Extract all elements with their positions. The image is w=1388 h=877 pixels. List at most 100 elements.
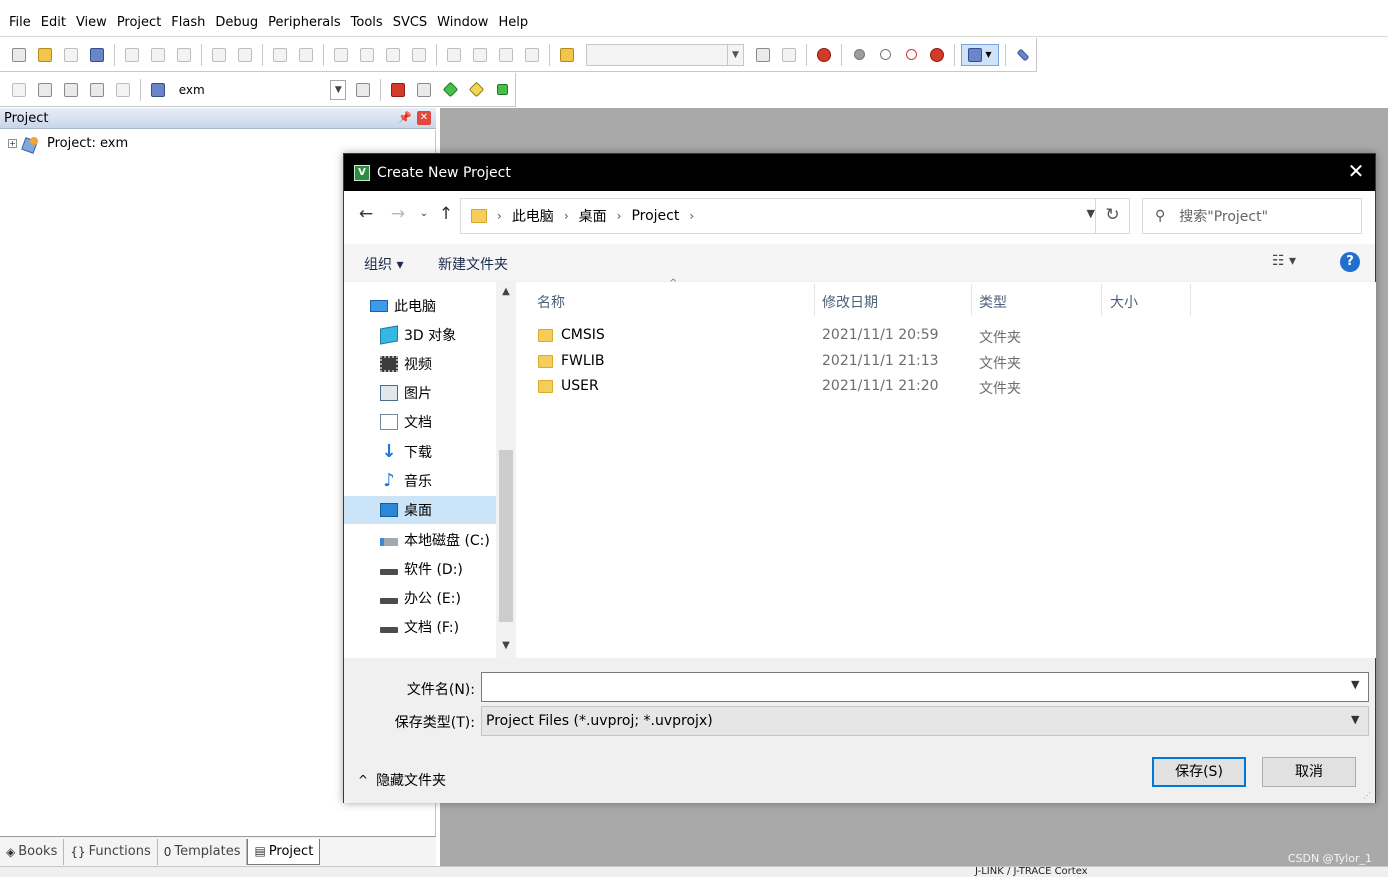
back-icon[interactable]: ← xyxy=(356,204,376,226)
new-file-icon[interactable] xyxy=(8,44,30,66)
up-icon[interactable]: ↑ xyxy=(436,204,456,226)
chevron-down-icon[interactable]: ▼ xyxy=(1087,207,1095,220)
breakpoint-disable-all-icon[interactable] xyxy=(900,44,922,66)
view-options-icon[interactable]: ☷ ▾ xyxy=(1272,253,1296,269)
comment-icon[interactable] xyxy=(495,44,517,66)
file-row[interactable]: FWLIB 2021/11/1 21:13 文件夹 xyxy=(516,350,1376,375)
breakpoint-disable-icon[interactable] xyxy=(874,44,896,66)
expand-icon[interactable]: + xyxy=(8,139,17,148)
rebuild-icon[interactable] xyxy=(60,79,82,101)
tab-project[interactable]: ▤ Project xyxy=(247,838,321,865)
nav-item-drive-d[interactable]: 软件 (D:) xyxy=(344,555,496,583)
manage-multi-project-icon[interactable] xyxy=(413,79,435,101)
recent-locations-icon[interactable]: ⌄ xyxy=(414,208,434,230)
undo-icon[interactable] xyxy=(208,44,230,66)
pack-installer-icon[interactable] xyxy=(491,79,513,101)
menu-item-peripherals[interactable]: Peripherals xyxy=(263,15,346,30)
project-tree-root[interactable]: + Project: exm xyxy=(8,136,128,151)
select-software-packs-icon[interactable] xyxy=(465,79,487,101)
address-bar[interactable]: › 此电脑 › 桌面 › Project › ▼ ↻ xyxy=(460,198,1130,234)
tab-templates[interactable]: 0 Templates xyxy=(158,838,248,865)
column-header-type[interactable]: 类型 xyxy=(979,292,1007,312)
chevron-right-icon[interactable]: › xyxy=(617,209,622,223)
find-combo[interactable]: ▼ xyxy=(586,43,744,66)
save-button[interactable]: 保存(S) xyxy=(1152,757,1246,787)
nav-item-pictures[interactable]: 图片 xyxy=(344,379,496,407)
scrollbar-thumb[interactable] xyxy=(499,450,513,622)
nav-item-3d-objects[interactable]: 3D 对象 xyxy=(344,321,496,349)
column-header-size[interactable]: 大小 xyxy=(1110,292,1138,312)
resize-grip-icon[interactable]: ⋰ xyxy=(1363,791,1373,801)
column-divider[interactable] xyxy=(814,284,815,316)
open-file-icon[interactable] xyxy=(34,44,56,66)
indent-icon[interactable] xyxy=(443,44,465,66)
nav-item-videos[interactable]: 视频 xyxy=(344,350,496,378)
menu-item-view[interactable]: View xyxy=(71,15,112,30)
nav-item-this-pc[interactable]: 此电脑 xyxy=(344,292,496,320)
redo-icon[interactable] xyxy=(234,44,256,66)
next-bookmark-icon[interactable] xyxy=(382,44,404,66)
chevron-down-icon[interactable]: ▼ xyxy=(727,44,743,65)
target-select[interactable]: exm ▼ xyxy=(175,79,347,101)
chevron-right-icon[interactable]: › xyxy=(564,209,569,223)
pin-icon[interactable]: 📌 xyxy=(398,111,412,125)
breadcrumb-this-pc[interactable]: 此电脑 xyxy=(512,206,554,226)
nav-item-drive-f[interactable]: 文档 (F:) xyxy=(344,613,496,641)
uncomment-icon[interactable] xyxy=(521,44,543,66)
filetype-select[interactable]: Project Files (*.uvproj; *.uvprojx) xyxy=(481,706,1369,736)
incremental-find-icon[interactable] xyxy=(752,44,774,66)
nav-item-drive-e[interactable]: 办公 (E:) xyxy=(344,584,496,612)
scroll-up-icon[interactable]: ▲ xyxy=(496,286,516,302)
window-layout-icon[interactable]: ▼ xyxy=(961,43,999,66)
nav-item-desktop[interactable]: 桌面 xyxy=(344,496,496,524)
file-row[interactable]: CMSIS 2021/11/1 20:59 文件夹 xyxy=(516,324,1376,349)
close-pane-icon[interactable]: ✕ xyxy=(417,111,431,125)
column-divider[interactable] xyxy=(971,284,972,316)
breadcrumb-desktop[interactable]: 桌面 xyxy=(579,206,607,226)
menu-item-window[interactable]: Window xyxy=(432,15,493,30)
browse-icon[interactable] xyxy=(778,44,800,66)
nav-item-music[interactable]: ♪ 音乐 xyxy=(344,467,496,495)
save-icon[interactable] xyxy=(60,44,82,66)
configure-icon[interactable] xyxy=(1012,44,1034,66)
target-options-icon[interactable] xyxy=(352,79,374,101)
organize-button[interactable]: 组织 ▾ xyxy=(364,254,403,274)
prev-bookmark-icon[interactable] xyxy=(356,44,378,66)
menu-item-tools[interactable]: Tools xyxy=(346,15,388,30)
nav-item-downloads[interactable]: ↓ 下载 xyxy=(344,438,496,466)
cancel-button[interactable]: 取消 xyxy=(1262,757,1356,787)
menu-item-debug[interactable]: Debug xyxy=(210,15,263,30)
column-divider[interactable] xyxy=(1101,284,1102,316)
menu-item-project[interactable]: Project xyxy=(112,15,166,30)
nav-forward-icon[interactable] xyxy=(295,44,317,66)
tab-books[interactable]: ◈ Books xyxy=(0,838,65,865)
nav-item-drive-c[interactable]: 本地磁盘 (C:) xyxy=(344,526,496,554)
file-row[interactable]: USER 2021/11/1 21:20 文件夹 xyxy=(516,375,1376,400)
column-divider[interactable] xyxy=(1190,284,1191,316)
batch-build-icon[interactable] xyxy=(86,79,108,101)
copy-icon[interactable] xyxy=(147,44,169,66)
navigation-scrollbar[interactable]: ▲ ▼ xyxy=(496,282,516,658)
stop-build-icon[interactable] xyxy=(112,79,134,101)
hide-folders-toggle[interactable]: ^ 隐藏文件夹 xyxy=(358,770,446,790)
chevron-down-icon[interactable]: ▼ xyxy=(1351,678,1359,691)
manage-project-items-icon[interactable] xyxy=(387,79,409,101)
search-input[interactable]: ⚲ 搜索"Project" xyxy=(1142,198,1362,234)
clear-bookmarks-icon[interactable] xyxy=(408,44,430,66)
breadcrumb-project[interactable]: Project xyxy=(631,208,679,224)
column-header-date[interactable]: 修改日期 xyxy=(822,292,878,312)
chevron-down-icon[interactable]: ▼ xyxy=(1351,713,1359,726)
paste-icon[interactable] xyxy=(173,44,195,66)
tab-functions[interactable]: {} Functions xyxy=(64,838,158,865)
debug-session-icon[interactable] xyxy=(813,44,835,66)
chevron-right-icon[interactable]: › xyxy=(689,209,694,223)
download-load-icon[interactable] xyxy=(147,79,169,101)
breakpoint-kill-all-icon[interactable] xyxy=(926,44,948,66)
menu-item-edit[interactable]: Edit xyxy=(36,15,71,30)
unindent-icon[interactable] xyxy=(469,44,491,66)
chevron-down-icon[interactable]: ▼ xyxy=(330,79,347,100)
cut-icon[interactable] xyxy=(121,44,143,66)
save-all-icon[interactable] xyxy=(86,44,108,66)
refresh-icon[interactable]: ↻ xyxy=(1095,199,1129,233)
new-folder-button[interactable]: 新建文件夹 xyxy=(438,254,508,274)
